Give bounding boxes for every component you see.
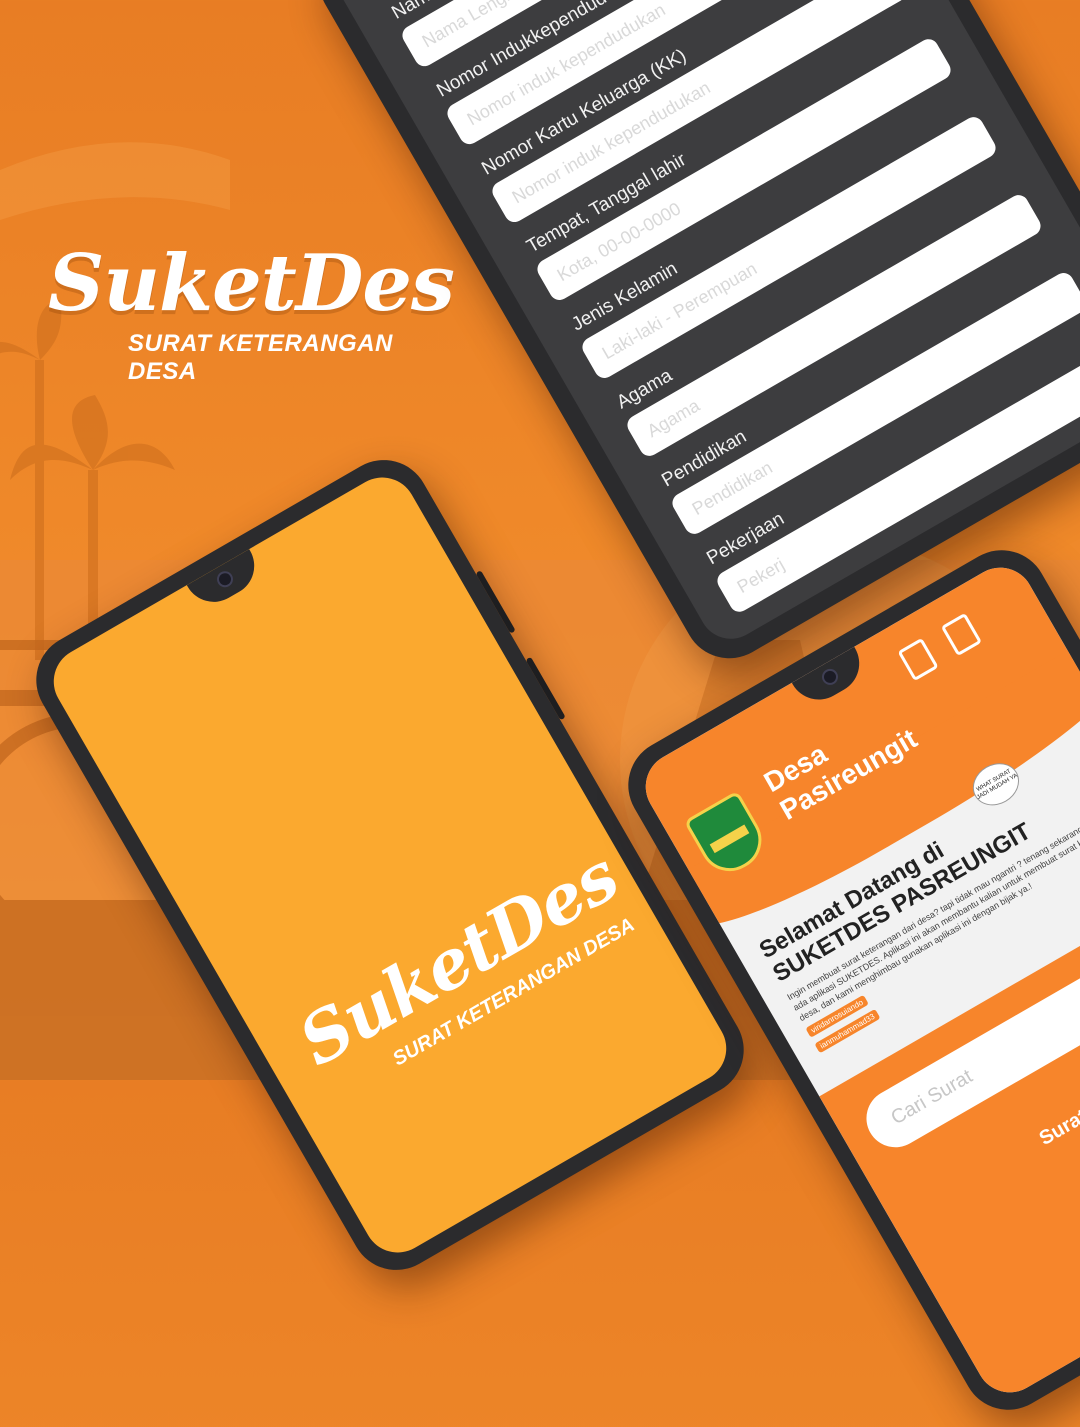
brand-logo: SuketDes SURAT KETERANGAN DESA — [48, 238, 455, 385]
emblem-stripe — [709, 824, 750, 854]
camera-icon — [214, 568, 236, 591]
brand-title: SuketDes — [48, 238, 455, 329]
notch — [186, 549, 266, 613]
camera-icon — [819, 665, 841, 688]
brand-subtitle: SURAT KETERANGAN DESA — [128, 330, 393, 385]
